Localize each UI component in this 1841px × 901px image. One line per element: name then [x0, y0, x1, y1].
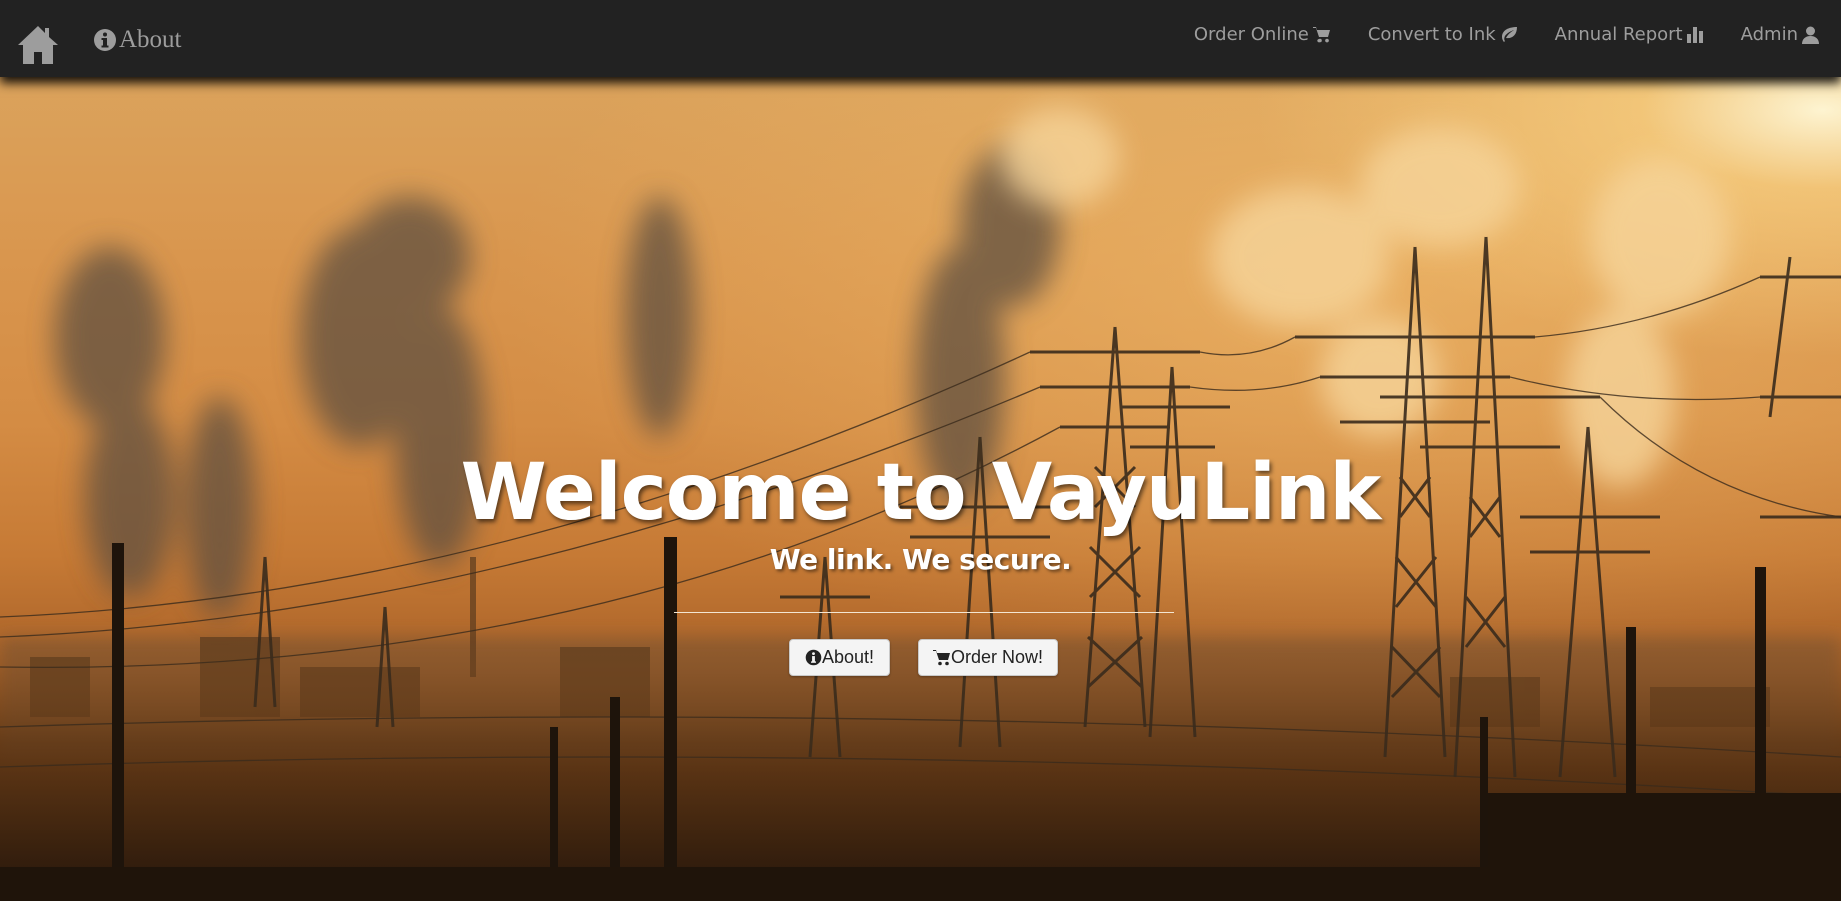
info-circle-icon [94, 29, 116, 51]
bar-chart-icon [1686, 26, 1703, 43]
order-now-button[interactable]: Order Now! [918, 639, 1058, 676]
nav-annual-report[interactable]: Annual Report [1555, 24, 1704, 45]
shopping-cart-icon [1312, 27, 1330, 43]
order-now-button-label: Order Now! [950, 647, 1044, 667]
nav-order-online[interactable]: Order Online [1194, 24, 1331, 45]
leaf-icon [1501, 26, 1517, 42]
about-button[interactable]: About! [789, 639, 890, 676]
about-button-label: About! [821, 647, 875, 667]
hero-subtitle: We link. We secure. [769, 543, 1072, 576]
nav-annual-report-label: Annual Report [1554, 24, 1683, 45]
nav-about-link[interactable]: About [93, 26, 182, 54]
hero-section: Welcome to VayuLink We link. We secure. … [0, 77, 1841, 901]
hero-title: Welcome to VayuLink [460, 448, 1382, 538]
nav-admin[interactable]: Admin [1741, 24, 1819, 45]
home-icon [18, 26, 58, 64]
nav-order-online-label: Order Online [1193, 24, 1309, 45]
home-link[interactable] [18, 24, 58, 66]
top-navbar: About Order Online Convert to Ink Annual… [0, 0, 1841, 77]
hero-divider [674, 612, 1174, 613]
nav-admin-label: Admin [1740, 24, 1798, 45]
hero-content: Welcome to VayuLink We link. We secure. … [0, 77, 1841, 901]
nav-convert-to-ink-label: Convert to Ink [1367, 24, 1496, 45]
nav-right-menu: Order Online Convert to Ink Annual Repor… [1194, 24, 1819, 45]
nav-convert-to-ink[interactable]: Convert to Ink [1368, 24, 1518, 45]
nav-about-label: About [119, 26, 182, 53]
user-icon [1802, 26, 1819, 44]
info-circle-icon [805, 649, 822, 666]
shopping-cart-icon [932, 650, 950, 666]
